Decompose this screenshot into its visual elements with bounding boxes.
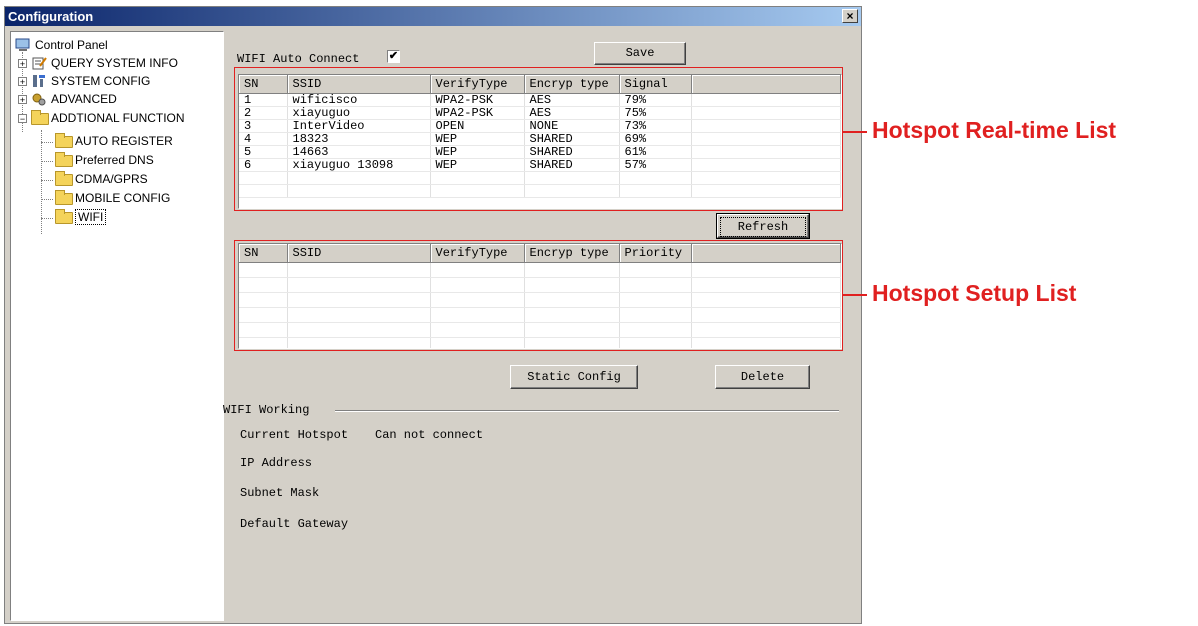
wifi-auto-connect-checkbox[interactable]: ✔ xyxy=(387,50,400,63)
collapse-minus-icon[interactable]: − xyxy=(18,113,27,123)
ip-address-label: IP Address xyxy=(240,456,313,470)
tree-item-control-panel[interactable]: Control Panel xyxy=(15,36,108,54)
tree-item-addtional-function[interactable]: − ADDTIONAL FUNCTION xyxy=(18,109,185,127)
window-title: Configuration xyxy=(8,9,94,24)
wifi-auto-connect-label: WIFI Auto Connect xyxy=(237,52,360,66)
group-divider xyxy=(335,410,839,412)
title-bar: Configuration × xyxy=(5,7,861,26)
delete-button[interactable]: Delete xyxy=(715,365,810,389)
tree-item-advanced[interactable]: + ADVANCED xyxy=(18,90,117,108)
system-config-icon xyxy=(31,74,47,88)
refresh-button[interactable]: Refresh xyxy=(716,213,810,239)
default-gateway-label: Default Gateway xyxy=(240,517,349,531)
setup-list-highlight xyxy=(234,240,843,351)
close-button[interactable]: × xyxy=(842,9,858,23)
tree-item-cdma-gprs[interactable]: CDMA/GPRS xyxy=(55,170,148,188)
tree-item-mobile-config[interactable]: MOBILE CONFIG xyxy=(55,189,170,207)
realtime-annotation-label: Hotspot Real-time List xyxy=(872,117,1117,143)
folder-icon xyxy=(55,152,73,167)
setup-annotation-line xyxy=(843,294,867,296)
subnet-mask-label: Subnet Mask xyxy=(240,486,320,500)
tree-item-wifi[interactable]: WIFI xyxy=(55,208,107,226)
refresh-button-label: Refresh xyxy=(720,217,806,237)
tree-item-auto-register[interactable]: AUTO REGISTER xyxy=(55,132,173,150)
save-button[interactable]: Save xyxy=(594,42,686,65)
setup-annotation-label: Hotspot Setup List xyxy=(872,280,1077,306)
notepad-icon xyxy=(31,56,47,70)
computer-icon xyxy=(15,38,31,52)
expand-plus-icon[interactable]: + xyxy=(18,76,27,86)
folder-icon xyxy=(55,133,73,148)
realtime-annotation-line xyxy=(843,131,867,133)
folder-icon xyxy=(55,171,73,186)
tree-item-preferred-dns[interactable]: Preferred DNS xyxy=(55,151,154,169)
realtime-list-highlight xyxy=(234,67,843,211)
tree-item-system-config[interactable]: + SYSTEM CONFIG xyxy=(18,72,150,90)
wifi-working-group-label: WIFI Working xyxy=(223,403,310,417)
folder-open-icon xyxy=(31,110,49,125)
expand-plus-icon[interactable]: + xyxy=(18,58,27,68)
navigation-tree[interactable]: Control Panel + QUERY SYSTEM INFO + SYST… xyxy=(10,31,224,621)
static-config-button[interactable]: Static Config xyxy=(510,365,638,389)
tree-item-query-system-info[interactable]: + QUERY SYSTEM INFO xyxy=(18,54,178,72)
current-hotspot-label: Current Hotspot xyxy=(240,428,349,442)
expand-plus-icon[interactable]: + xyxy=(18,94,27,104)
gears-icon xyxy=(31,92,47,106)
folder-open-icon xyxy=(55,209,73,224)
folder-icon xyxy=(55,190,73,205)
current-hotspot-value: Can not connect xyxy=(375,428,484,442)
